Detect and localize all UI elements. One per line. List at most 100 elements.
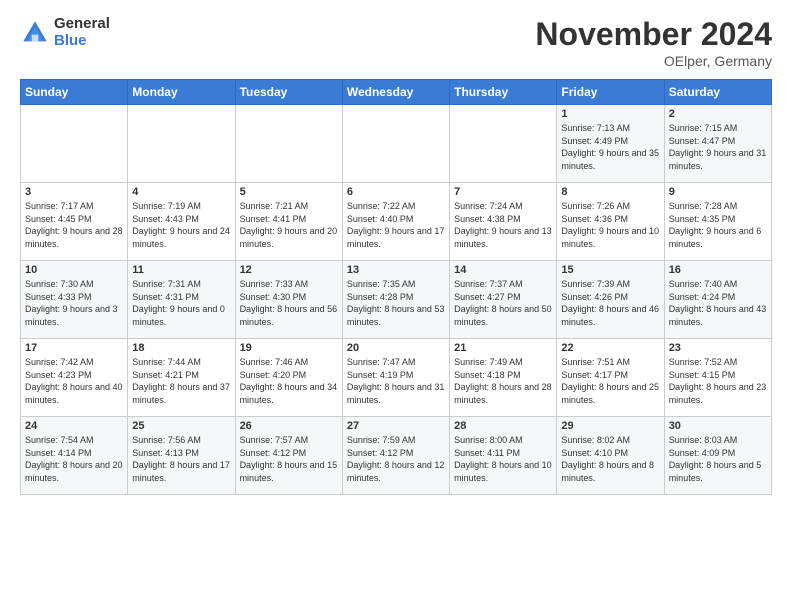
calendar-cell: 7 Sunrise: 7:24 AM Sunset: 4:38 PM Daylig…: [450, 183, 557, 261]
day-info: Sunrise: 7:56 AM Sunset: 4:13 PM Dayligh…: [132, 434, 230, 484]
month-title: November 2024: [535, 16, 772, 53]
col-tuesday: Tuesday: [235, 80, 342, 105]
calendar-cell: 16 Sunrise: 7:40 AM Sunset: 4:24 PM Dayli…: [664, 261, 771, 339]
day-number: 14: [454, 264, 552, 276]
calendar-cell: 11 Sunrise: 7:31 AM Sunset: 4:31 PM Dayli…: [128, 261, 235, 339]
day-number: 21: [454, 342, 552, 354]
calendar-body: 1 Sunrise: 7:13 AM Sunset: 4:49 PM Daylig…: [21, 105, 772, 495]
day-info: Sunrise: 7:42 AM Sunset: 4:23 PM Dayligh…: [25, 356, 123, 406]
calendar-cell: 4 Sunrise: 7:19 AM Sunset: 4:43 PM Daylig…: [128, 183, 235, 261]
day-number: 15: [561, 264, 659, 276]
day-info: Sunrise: 7:51 AM Sunset: 4:17 PM Dayligh…: [561, 356, 659, 406]
day-info: Sunrise: 7:19 AM Sunset: 4:43 PM Dayligh…: [132, 200, 230, 250]
calendar-cell: 14Sunrise: 7:37 AM Sunset: 4:27 PM Dayli…: [450, 261, 557, 339]
day-info: Sunrise: 7:17 AM Sunset: 4:45 PM Dayligh…: [25, 200, 123, 250]
day-number: 7: [454, 186, 552, 198]
calendar-cell: 5 Sunrise: 7:21 AM Sunset: 4:41 PM Daylig…: [235, 183, 342, 261]
day-info: Sunrise: 7:33 AM Sunset: 4:30 PM Dayligh…: [240, 278, 338, 328]
calendar-cell: 25 Sunrise: 7:56 AM Sunset: 4:13 PM Dayli…: [128, 417, 235, 495]
day-info: Sunrise: 7:24 AM Sunset: 4:38 PM Dayligh…: [454, 200, 552, 250]
header: General Blue November 2024 OElper, Germa…: [20, 16, 772, 69]
day-number: 6: [347, 186, 445, 198]
col-sunday: Sunday: [21, 80, 128, 105]
col-wednesday: Wednesday: [342, 80, 449, 105]
day-info: Sunrise: 7:59 AM Sunset: 4:12 PM Dayligh…: [347, 434, 445, 484]
calendar-cell: 13 Sunrise: 7:35 AM Sunset: 4:28 PM Dayli…: [342, 261, 449, 339]
calendar-cell: 23 Sunrise: 7:52 AM Sunset: 4:15 PM Dayli…: [664, 339, 771, 417]
day-number: 1: [561, 108, 659, 120]
day-number: 3: [25, 186, 123, 198]
calendar-cell: 8Sunrise: 7:26 AM Sunset: 4:36 PM Daylig…: [557, 183, 664, 261]
day-info: Sunrise: 7:15 AM Sunset: 4:47 PM Dayligh…: [669, 122, 767, 172]
calendar-cell: 19 Sunrise: 7:46 AM Sunset: 4:20 PM Dayli…: [235, 339, 342, 417]
day-number: 29: [561, 420, 659, 432]
calendar-cell: 12 Sunrise: 7:33 AM Sunset: 4:30 PM Dayli…: [235, 261, 342, 339]
day-info: Sunrise: 7:28 AM Sunset: 4:35 PM Dayligh…: [669, 200, 767, 250]
day-info: Sunrise: 7:39 AM Sunset: 4:26 PM Dayligh…: [561, 278, 659, 328]
day-number: 20: [347, 342, 445, 354]
calendar-cell: 3 Sunrise: 7:17 AM Sunset: 4:45 PM Daylig…: [21, 183, 128, 261]
calendar-cell: 29Sunrise: 8:02 AM Sunset: 4:10 PM Dayli…: [557, 417, 664, 495]
day-number: 17: [25, 342, 123, 354]
logo: General Blue: [20, 16, 110, 49]
day-number: 16: [669, 264, 767, 276]
day-number: 26: [240, 420, 338, 432]
day-number: 12: [240, 264, 338, 276]
day-info: Sunrise: 7:49 AM Sunset: 4:18 PM Dayligh…: [454, 356, 552, 406]
calendar-cell: 1 Sunrise: 7:13 AM Sunset: 4:49 PM Daylig…: [557, 105, 664, 183]
calendar-cell: [342, 105, 449, 183]
calendar-cell: 6Sunrise: 7:22 AM Sunset: 4:40 PM Daylig…: [342, 183, 449, 261]
day-info: Sunrise: 8:00 AM Sunset: 4:11 PM Dayligh…: [454, 434, 552, 484]
calendar-cell: 30Sunrise: 8:03 AM Sunset: 4:09 PM Dayli…: [664, 417, 771, 495]
logo-icon: [20, 18, 50, 48]
day-info: Sunrise: 7:46 AM Sunset: 4:20 PM Dayligh…: [240, 356, 338, 406]
calendar-cell: 24Sunrise: 7:54 AM Sunset: 4:14 PM Dayli…: [21, 417, 128, 495]
day-number: 2: [669, 108, 767, 120]
calendar-cell: 15 Sunrise: 7:39 AM Sunset: 4:26 PM Dayli…: [557, 261, 664, 339]
logo-blue-text: Blue: [54, 33, 110, 50]
calendar-cell: 10Sunrise: 7:30 AM Sunset: 4:33 PM Dayli…: [21, 261, 128, 339]
week-row-1: 3 Sunrise: 7:17 AM Sunset: 4:45 PM Daylig…: [21, 183, 772, 261]
day-info: Sunrise: 7:31 AM Sunset: 4:31 PM Dayligh…: [132, 278, 230, 328]
day-info: Sunrise: 7:35 AM Sunset: 4:28 PM Dayligh…: [347, 278, 445, 328]
day-number: 18: [132, 342, 230, 354]
calendar-cell: 20Sunrise: 7:47 AM Sunset: 4:19 PM Dayli…: [342, 339, 449, 417]
day-info: Sunrise: 7:40 AM Sunset: 4:24 PM Dayligh…: [669, 278, 767, 328]
day-number: 9: [669, 186, 767, 198]
week-row-4: 24Sunrise: 7:54 AM Sunset: 4:14 PM Dayli…: [21, 417, 772, 495]
calendar-cell: 21 Sunrise: 7:49 AM Sunset: 4:18 PM Dayli…: [450, 339, 557, 417]
day-number: 27: [347, 420, 445, 432]
calendar-cell: [235, 105, 342, 183]
day-number: 22: [561, 342, 659, 354]
calendar-cell: 22 Sunrise: 7:51 AM Sunset: 4:17 PM Dayli…: [557, 339, 664, 417]
day-info: Sunrise: 7:52 AM Sunset: 4:15 PM Dayligh…: [669, 356, 767, 406]
location: OElper, Germany: [535, 53, 772, 69]
day-number: 13: [347, 264, 445, 276]
day-info: Sunrise: 7:21 AM Sunset: 4:41 PM Dayligh…: [240, 200, 338, 250]
calendar-cell: 9 Sunrise: 7:28 AM Sunset: 4:35 PM Daylig…: [664, 183, 771, 261]
col-thursday: Thursday: [450, 80, 557, 105]
day-number: 4: [132, 186, 230, 198]
day-number: 11: [132, 264, 230, 276]
day-number: 19: [240, 342, 338, 354]
day-number: 10: [25, 264, 123, 276]
week-row-2: 10Sunrise: 7:30 AM Sunset: 4:33 PM Dayli…: [21, 261, 772, 339]
page: General Blue November 2024 OElper, Germa…: [0, 0, 792, 612]
day-info: Sunrise: 7:44 AM Sunset: 4:21 PM Dayligh…: [132, 356, 230, 406]
day-info: Sunrise: 7:57 AM Sunset: 4:12 PM Dayligh…: [240, 434, 338, 484]
logo-text: General Blue: [54, 16, 110, 49]
week-row-0: 1 Sunrise: 7:13 AM Sunset: 4:49 PM Daylig…: [21, 105, 772, 183]
calendar-table: Sunday Monday Tuesday Wednesday Thursday…: [20, 79, 772, 495]
day-number: 25: [132, 420, 230, 432]
calendar-cell: [450, 105, 557, 183]
col-monday: Monday: [128, 80, 235, 105]
week-row-3: 17 Sunrise: 7:42 AM Sunset: 4:23 PM Dayli…: [21, 339, 772, 417]
day-number: 23: [669, 342, 767, 354]
day-number: 5: [240, 186, 338, 198]
day-number: 28: [454, 420, 552, 432]
calendar-cell: 2 Sunrise: 7:15 AM Sunset: 4:47 PM Daylig…: [664, 105, 771, 183]
day-info: Sunrise: 7:13 AM Sunset: 4:49 PM Dayligh…: [561, 122, 659, 172]
calendar-cell: 18 Sunrise: 7:44 AM Sunset: 4:21 PM Dayli…: [128, 339, 235, 417]
day-number: 24: [25, 420, 123, 432]
day-info: Sunrise: 8:03 AM Sunset: 4:09 PM Dayligh…: [669, 434, 767, 484]
